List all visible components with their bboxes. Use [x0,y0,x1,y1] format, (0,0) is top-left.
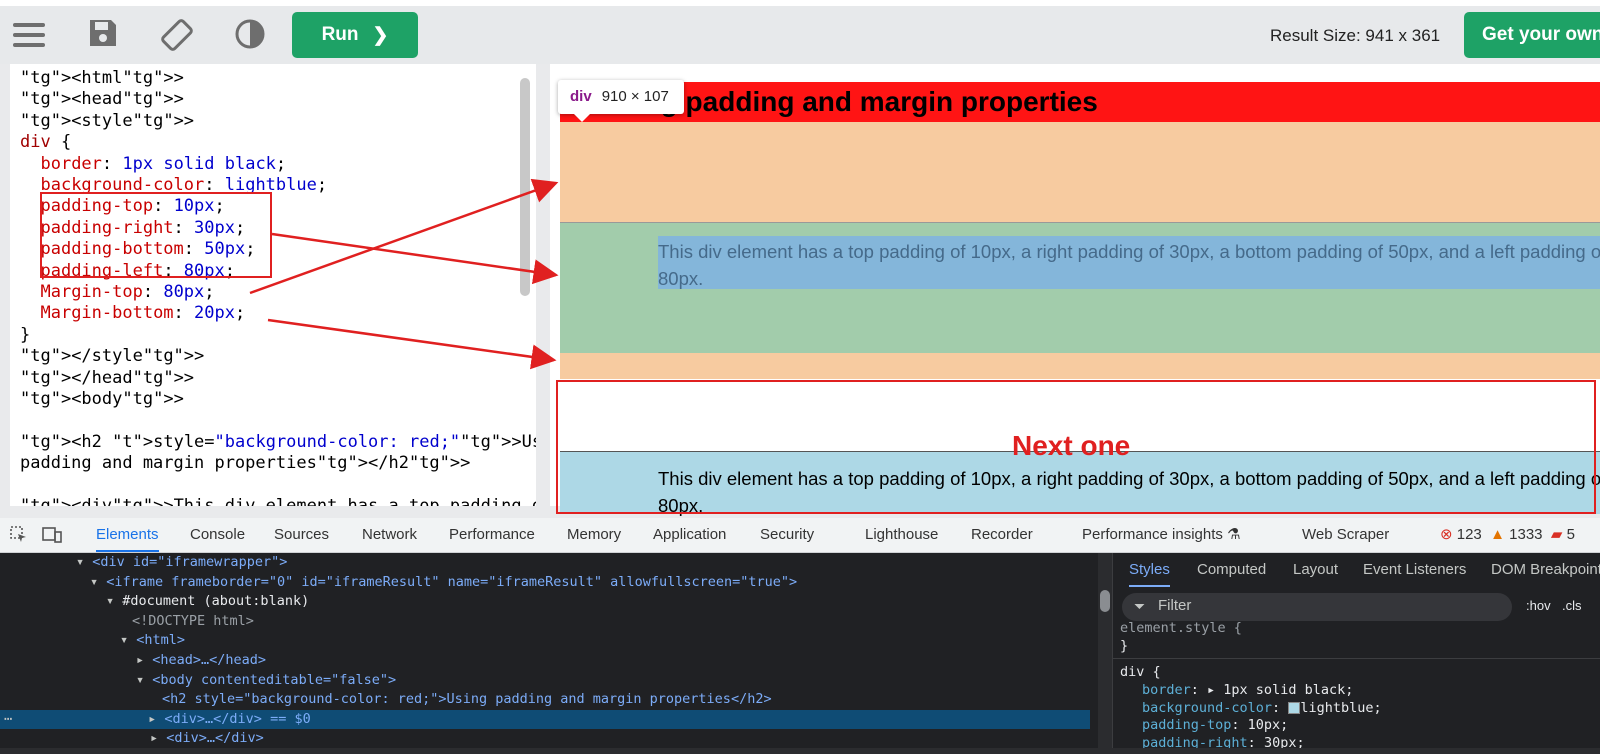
dom-tree[interactable]: ▾ <div id="iframewrapper"> ▾ <iframe fra… [0,553,1098,754]
dom-text: <h2 style="background-color: red;">Using… [162,691,772,708]
device-toggle-icon[interactable] [42,518,62,552]
dom-node-div-selected[interactable]: ⋯ ▸ <div>…</div> == $0 [0,709,1090,730]
performance-insights-label: Performance insights [1082,526,1223,543]
dom-node-iframewrapper[interactable]: ▾ <div id="iframewrapper"> [0,553,1090,573]
dom-node-iframe[interactable]: ▾ <iframe frameborder="0" id="iframeResu… [0,573,1090,593]
dom-text: <html> [136,632,186,649]
div-rule-selector[interactable]: div { [1120,664,1161,682]
element-style-selector: element.style { [1120,620,1242,636]
dom-node-div-next[interactable]: ▸ <div>…</div> [0,729,1090,749]
css-border[interactable]: border: ▸ 1px solid black; [1142,682,1353,700]
filter-icon: ⏷ [1134,598,1146,614]
css-background-color[interactable]: background-color: lightblue; [1142,700,1382,718]
dom-text: <!DOCTYPE html> [132,612,254,629]
dom-text: <div>…</div> == $0 [164,710,311,727]
tab-layout[interactable]: Layout [1293,553,1338,587]
devtools-breadcrumb-bar [0,748,1600,754]
tab-network[interactable]: Network [362,518,417,552]
error-icon: ⊗ [1440,526,1453,543]
issue-counters[interactable]: ⊗ 123 ▲ 1333 ▰ 5 [1440,518,1575,552]
color-swatch[interactable] [1288,701,1301,714]
tab-security[interactable]: Security [760,518,814,552]
dom-node-head[interactable]: ▸ <head>…</head> [0,651,1090,671]
rule-divider [1112,658,1600,659]
dom-text: <body contenteditable="false"> [152,671,397,688]
element-style-close: } [1120,638,1129,654]
tab-performance-insights[interactable]: Performance insights ⚗ [1082,518,1241,552]
dom-text: <iframe frameborder="0" id="iframeResult… [106,573,798,590]
css-padding-top[interactable]: padding-top: 10px; [1142,717,1288,735]
tab-web-scraper[interactable]: Web Scraper [1302,518,1389,552]
tab-memory[interactable]: Memory [567,518,621,552]
tab-sources[interactable]: Sources [274,518,329,552]
tab-computed[interactable]: Computed [1197,553,1266,587]
element-style-rule[interactable]: element.style { [1120,620,1242,638]
warning-count: 1333 [1509,526,1543,543]
css-padding-top-value: 10px; [1247,717,1289,733]
dom-node-h2[interactable]: <h2 style="background-color: red;">Using… [0,690,1090,710]
dom-text: <head>…</head> [152,652,267,668]
hov-toggle[interactable]: :hov [1526,598,1551,613]
tab-dom-breakpoints[interactable]: DOM Breakpoints [1491,553,1600,587]
issues-icon: ▰ [1550,526,1563,543]
dom-text: <div>…</div> [166,730,264,747]
tab-recorder[interactable]: Recorder [971,518,1033,552]
tab-lighthouse[interactable]: Lighthouse [865,518,938,552]
dom-text: <div id="iframewrapper"> [92,554,288,570]
filter-placeholder: Filter [1158,597,1192,614]
devtools-tabbar: Elements Console Sources Network Perform… [0,518,1600,553]
inspect-element-icon[interactable] [10,518,28,552]
dom-node-doctype[interactable]: <!DOCTYPE html> [0,612,1090,632]
dom-node-document[interactable]: ▾ #document (about:blank) [0,592,1090,612]
arrow-margin-bottom [267,318,557,370]
issues-count: 5 [1566,526,1575,543]
dom-scrollbar-thumb[interactable] [1100,590,1110,612]
tab-event-listeners[interactable]: Event Listeners [1363,553,1466,587]
css-bg-value: lightblue; [1300,699,1382,716]
warning-icon: ▲ [1490,526,1505,543]
dom-node-body[interactable]: ▾ <body contenteditable="false"> [0,671,1090,691]
tab-console[interactable]: Console [190,518,245,552]
tab-styles[interactable]: Styles [1129,553,1170,587]
cls-toggle[interactable]: .cls [1562,598,1582,613]
tab-elements[interactable]: Elements [96,518,159,552]
dom-scrollbar[interactable] [1098,553,1112,754]
dom-node-html[interactable]: ▾ <html> [0,631,1090,651]
error-count: 123 [1456,526,1482,543]
tab-application[interactable]: Application [653,518,726,552]
dom-text: #document (about:blank) [122,593,310,610]
css-border-value: 1px solid black; [1223,682,1354,698]
tab-performance[interactable]: Performance [449,518,535,552]
flask-icon: ⚗ [1227,526,1241,543]
